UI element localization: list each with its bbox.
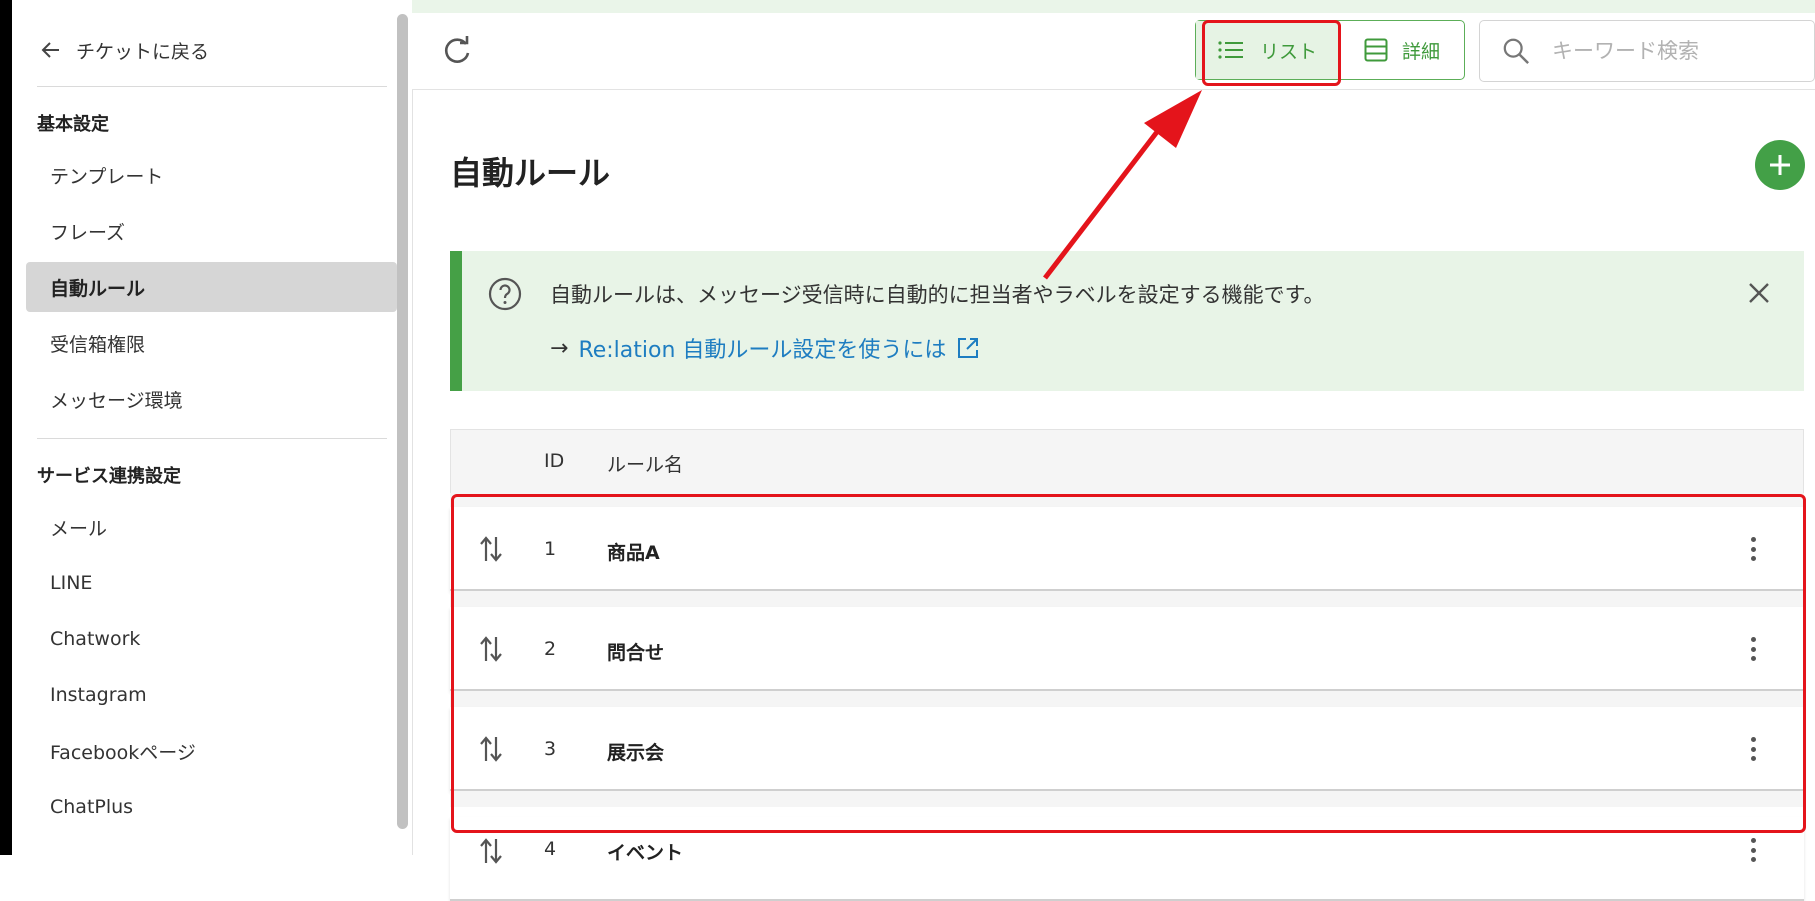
plus-icon — [1770, 155, 1790, 175]
sidebar-item-line[interactable]: LINE — [26, 558, 397, 608]
search-icon — [1503, 38, 1529, 64]
sidebar-item-label: Chatwork — [50, 628, 141, 650]
arrow-left-icon — [41, 42, 59, 58]
row-name[interactable]: イベント — [607, 838, 683, 865]
detail-view-button[interactable]: 詳細 — [1340, 21, 1464, 79]
back-to-tickets-link[interactable]: チケットに戻る — [40, 34, 209, 66]
drag-sort-icon[interactable] — [478, 837, 504, 865]
column-header-id: ID — [544, 450, 565, 472]
page-title: 自動ルール — [450, 154, 611, 192]
search-box — [1479, 20, 1815, 82]
detail-label: 詳細 — [1401, 40, 1440, 63]
sidebar-item-mail[interactable]: メール — [26, 502, 397, 552]
sidebar-item-label: テンプレート — [50, 165, 164, 188]
detail-icon — [1364, 38, 1388, 62]
refresh-icon[interactable] — [440, 34, 474, 68]
info-arrow: → — [550, 335, 569, 361]
sidebar-item-message-environment[interactable]: メッセージ環境 — [26, 374, 397, 424]
section-title-basic: 基本設定 — [37, 114, 109, 135]
sidebar-item-label: LINE — [50, 572, 93, 594]
sidebar-item-label: メール — [50, 517, 108, 540]
info-text: 自動ルールは、メッセージ受信時に自動的に担当者やラベルを設定する機能です。 — [550, 283, 1325, 307]
column-header-name: ルール名 — [607, 454, 684, 476]
divider — [37, 438, 387, 439]
sidebar-item-label: 自動ルール — [50, 277, 146, 300]
add-rule-button[interactable] — [1755, 140, 1805, 190]
sidebar-item-phrases[interactable]: フレーズ — [26, 206, 397, 256]
sidebar-scrollbar[interactable] — [397, 14, 408, 829]
external-link-icon[interactable] — [956, 336, 980, 360]
sidebar-item-instagram[interactable]: Instagram — [26, 670, 397, 720]
more-vert-icon[interactable] — [1750, 838, 1756, 862]
search-input[interactable] — [1550, 38, 1814, 64]
row-id: 4 — [544, 838, 557, 860]
sidebar-item-label: 受信箱権限 — [50, 333, 146, 356]
sidebar-item-label: Instagram — [50, 684, 147, 706]
close-icon[interactable] — [1746, 280, 1772, 306]
info-banner — [450, 251, 1804, 391]
divider — [37, 86, 387, 87]
sidebar-item-auto-rules[interactable]: 自動ルール — [26, 262, 397, 312]
sidebar-item-label: フレーズ — [50, 221, 126, 244]
help-link[interactable]: Re:lation 自動ルール設定を使うには — [578, 332, 946, 364]
top-strip — [412, 0, 1815, 14]
highlight-box-rows — [451, 494, 1806, 833]
info-link-row: → Re:lation 自動ルール設定を使うには — [550, 332, 980, 364]
sidebar-item-inbox-permissions[interactable]: 受信箱権限 — [26, 318, 397, 368]
sidebar-item-label: Facebookページ — [50, 741, 196, 764]
help-circle-icon — [488, 277, 522, 311]
sidebar-item-chatplus[interactable]: ChatPlus — [26, 782, 397, 832]
sidebar-item-label: メッセージ環境 — [50, 389, 183, 412]
window-edge — [0, 0, 12, 855]
sidebar-item-templates[interactable]: テンプレート — [26, 150, 397, 200]
sidebar-item-label: ChatPlus — [50, 796, 134, 818]
highlight-box-list-button — [1202, 20, 1341, 86]
sidebar-item-facebook[interactable]: Facebookページ — [26, 726, 397, 776]
sidebar-item-chatwork[interactable]: Chatwork — [26, 614, 397, 664]
section-title-integrations: サービス連携設定 — [37, 466, 181, 487]
back-label: チケットに戻る — [76, 40, 210, 63]
